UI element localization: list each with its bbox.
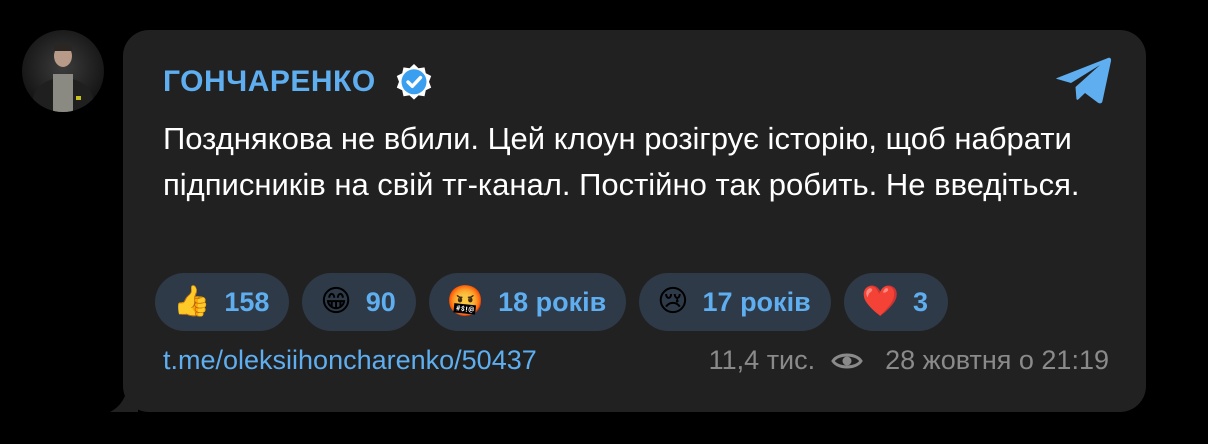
channel-avatar[interactable] (22, 30, 104, 112)
thumbs-up-icon: 👍 (173, 285, 211, 318)
reaction-crying[interactable]: 😢 17 років (639, 273, 831, 331)
message-footer: t.me/oleksiihoncharenko/50437 11,4 тис. … (163, 345, 1109, 376)
reaction-count: 158 (224, 286, 270, 317)
post-date: 28 жовтня о 21:19 (885, 345, 1109, 375)
reaction-grin[interactable]: 😁 90 (302, 273, 416, 331)
reaction-cursing[interactable]: 🤬 18 років (428, 273, 627, 331)
reaction-heart[interactable]: ❤️ 3 (843, 273, 949, 331)
crying-face-icon: 😢 (657, 285, 689, 318)
message-text: Позднякова не вбили. Цей клоун розігрує … (163, 121, 1080, 202)
reaction-count: 17 років (702, 286, 811, 317)
reactions-bar: 👍 158 😁 90 🤬 18 років 😢 17 років ❤️ 3 (155, 273, 949, 331)
grinning-face-icon: 😁 (320, 285, 352, 318)
reaction-thumbs-up[interactable]: 👍 158 (155, 273, 290, 331)
verified-badge-icon (396, 64, 431, 100)
reaction-count: 3 (913, 286, 929, 317)
channel-name[interactable]: ГОНЧАРЕНКО (163, 65, 376, 99)
reaction-count: 90 (365, 286, 396, 317)
telegram-icon[interactable] (1054, 56, 1112, 106)
channel-header: ГОНЧАРЕНКО (163, 62, 434, 102)
heart-icon: ❤️ (861, 285, 900, 318)
cursing-face-icon: 🤬 (446, 285, 485, 318)
view-count: 11,4 тис. (708, 345, 816, 375)
message-bubble: ГОНЧАРЕНКО Позднякова не вбили. Цей клоу… (123, 30, 1146, 412)
post-meta: 11,4 тис. 28 жовтня о 21:19 (709, 345, 1109, 376)
post-link[interactable]: t.me/oleksiihoncharenko/50437 (163, 345, 537, 376)
reaction-count: 18 років (498, 286, 607, 317)
eye-icon (831, 353, 863, 368)
